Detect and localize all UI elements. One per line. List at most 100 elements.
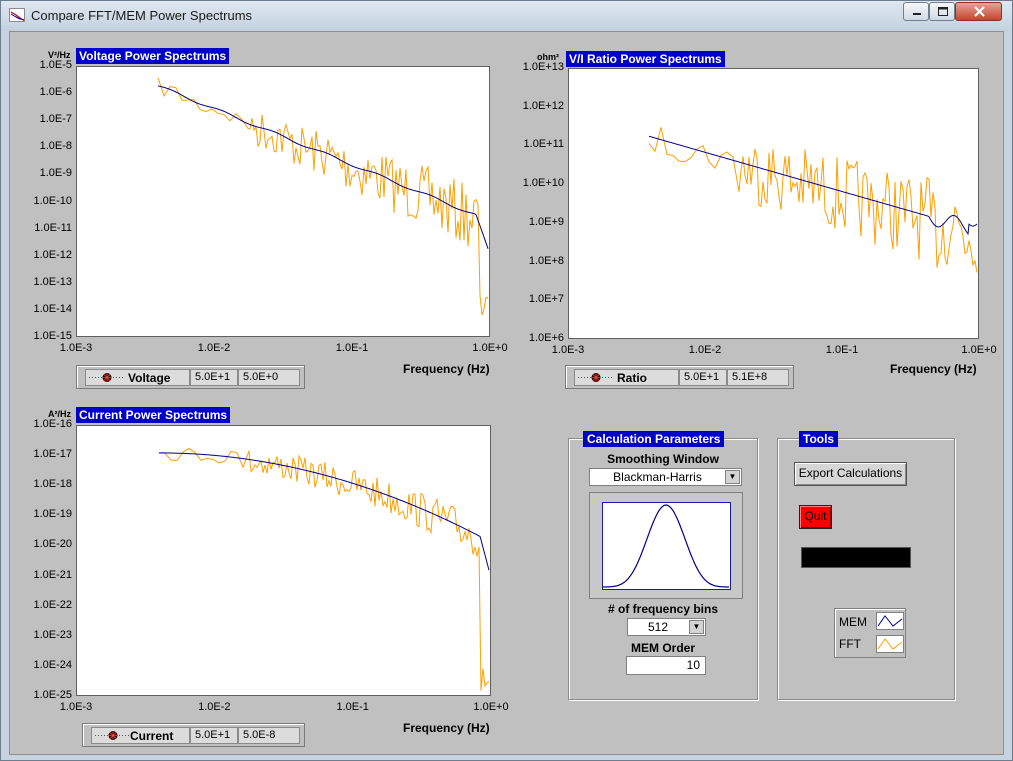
- smoothing-window-select[interactable]: Blackman-Harris ▼: [589, 468, 742, 486]
- window-shape-curve: [603, 504, 729, 588]
- main-panel: Voltage Power Spectrums V²/Hz 1.0E-5 1.0E…: [9, 31, 1004, 755]
- y-tick-label: 1.0E-16: [33, 418, 72, 430]
- ratio-legend-value-2: 5.1E+8: [727, 369, 789, 386]
- voltage-legend-value-1: 5.0E+1: [190, 369, 238, 386]
- ratio-plot-canvas: [648, 127, 978, 273]
- ratio-legend[interactable]: Ratio 5.0E+1 5.1E+8: [565, 365, 794, 389]
- window-title: Compare FFT/MEM Power Spectrums: [31, 8, 253, 23]
- current-legend[interactable]: Current 5.0E+1 5.0E-8: [82, 723, 305, 747]
- y-tick-label: 1.0E-13: [33, 275, 72, 288]
- current-legend-name: Current: [130, 729, 174, 743]
- y-tick-label: 1.0E+6: [528, 332, 564, 344]
- maximize-button[interactable]: [929, 2, 955, 21]
- frequency-bins-label: # of frequency bins: [607, 602, 719, 616]
- y-tick-label: 1.0E-18: [33, 478, 72, 491]
- y-tick-label: 1.0E-7: [39, 113, 72, 126]
- mem-order-input[interactable]: 10: [626, 656, 706, 675]
- x-tick-label: 1.0E-1: [335, 342, 369, 354]
- window-preview-plot: [602, 502, 731, 590]
- current-plot-canvas: [158, 447, 490, 691]
- current-legend-value-1: 5.0E+1: [190, 727, 238, 744]
- close-icon: [974, 6, 985, 17]
- quit-button[interactable]: Quit: [799, 505, 832, 529]
- current-x-label: Frequency (Hz): [403, 721, 490, 735]
- y-tick-label: 1.0E-11: [34, 221, 72, 234]
- app-icon: [9, 8, 25, 22]
- ratio-legend-value-1: 5.0E+1: [679, 369, 727, 386]
- title-bar[interactable]: Compare FFT/MEM Power Spectrums: [1, 1, 1012, 31]
- y-tick-label: 1.0E-8: [39, 140, 72, 153]
- legend-fft-swatch: [876, 635, 904, 653]
- minimize-button[interactable]: [903, 2, 929, 21]
- fft-trace: [158, 447, 490, 691]
- x-tick-label: 1.0E+0: [472, 342, 508, 354]
- chevron-down-icon[interactable]: ▼: [689, 620, 704, 634]
- tools-title: Tools: [799, 431, 839, 447]
- app-window: Compare FFT/MEM Power Spectrums Voltage …: [0, 0, 1013, 761]
- y-tick-label: 1.0E-17: [33, 448, 72, 461]
- plot-marker-icon: [95, 731, 131, 740]
- current-legend-value-2: 5.0E-8: [238, 727, 300, 744]
- minimize-icon: [913, 13, 921, 15]
- ratio-legend-name: Ratio: [617, 371, 647, 385]
- y-tick-label: 1.0E+9: [528, 215, 564, 228]
- plot-marker-icon: [89, 373, 125, 382]
- y-tick-label: 1.0E-10: [33, 194, 72, 207]
- voltage-legend[interactable]: Voltage 5.0E+1 5.0E+0: [76, 365, 305, 389]
- y-tick-label: 1.0E+13: [522, 61, 564, 73]
- y-tick-label: 1.0E-24: [33, 658, 72, 671]
- y-tick-label: 1.0E-12: [33, 248, 72, 261]
- voltage-plot-canvas: [157, 77, 489, 316]
- smoothing-window-value: Blackman-Harris: [613, 470, 702, 484]
- fft-trace: [648, 127, 978, 273]
- ratio-x-label: Frequency (Hz): [890, 362, 977, 376]
- status-indicator: [801, 547, 911, 568]
- legend-fft-label: FFT: [839, 637, 861, 651]
- plot-marker-icon: [578, 373, 614, 382]
- legend-mem-label: MEM: [839, 615, 867, 629]
- x-tick-label: 1.0E-3: [59, 342, 93, 354]
- y-tick-label: 1.0E+12: [522, 99, 564, 112]
- chevron-down-icon[interactable]: ▼: [725, 470, 740, 484]
- y-tick-label: 1.0E-25: [33, 689, 72, 701]
- y-tick-label: 1.0E-5: [39, 59, 72, 71]
- smoothing-window-label: Smoothing Window: [607, 452, 719, 466]
- close-button[interactable]: [955, 2, 1002, 21]
- x-tick-label: 1.0E-2: [688, 344, 722, 356]
- y-tick-label: 1.0E-23: [33, 628, 72, 641]
- ratio-graph-title: V/I Ratio Power Spectrums: [566, 51, 725, 67]
- x-tick-label: 1.0E+0: [961, 344, 997, 356]
- y-tick-label: 1.0E-20: [33, 538, 72, 551]
- y-tick-label: 1.0E+11: [523, 138, 564, 151]
- y-tick-label: 1.0E-9: [39, 167, 72, 180]
- voltage-plot[interactable]: [76, 66, 490, 337]
- x-tick-label: 1.0E-2: [197, 342, 231, 354]
- frequency-bins-value: 512: [647, 620, 669, 634]
- mem-trace: [648, 135, 978, 236]
- mem-order-label: MEM Order: [630, 641, 695, 655]
- line-legend: MEM FFT: [834, 608, 906, 658]
- x-tick-label: 1.0E+0: [473, 701, 509, 713]
- voltage-legend-name: Voltage: [128, 371, 171, 385]
- export-calculations-button[interactable]: Export Calculations: [794, 462, 907, 486]
- window-preview-frame: [589, 492, 743, 599]
- current-plot[interactable]: [76, 425, 491, 696]
- y-tick-label: 1.0E-19: [33, 508, 72, 521]
- ratio-plot[interactable]: [568, 68, 979, 339]
- y-tick-label: 1.0E-6: [39, 86, 72, 99]
- y-tick-label: 1.0E+8: [528, 254, 564, 267]
- fft-trace: [157, 77, 489, 316]
- y-tick-label: 1.0E-14: [33, 302, 72, 315]
- current-graph-title: Current Power Spectrums: [76, 407, 231, 423]
- x-tick-label: 1.0E-3: [59, 701, 93, 713]
- y-tick-label: 1.0E-22: [33, 598, 72, 611]
- x-tick-label: 1.0E-1: [336, 701, 369, 713]
- x-tick-label: 1.0E-1: [825, 344, 859, 356]
- y-tick-label: 1.0E+10: [522, 177, 564, 190]
- frequency-bins-select[interactable]: 512 ▼: [627, 618, 706, 636]
- y-tick-label: 1.0E-15: [33, 330, 72, 342]
- maximize-icon: [938, 7, 948, 16]
- calc-params-title: Calculation Parameters: [583, 431, 725, 447]
- y-tick-label: 1.0E+7: [528, 293, 564, 306]
- x-tick-label: 1.0E-2: [198, 701, 231, 713]
